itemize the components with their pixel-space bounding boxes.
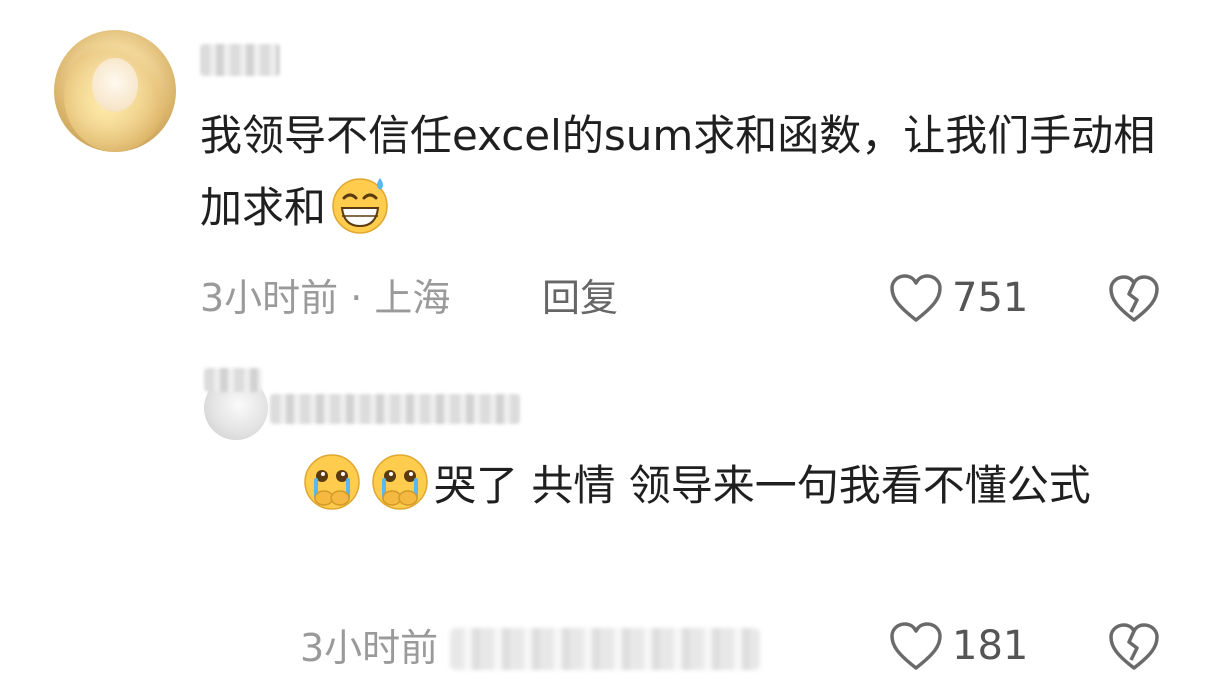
username-blurred[interactable]: [270, 394, 520, 424]
comment-text: 我领导不信任excel的sum求和函数，让我们手动相加求和: [200, 100, 1180, 244]
username-blurred[interactable]: [200, 44, 280, 76]
heart-outline-icon: [890, 622, 942, 670]
heart-outline-icon: [890, 274, 942, 322]
crying-face-emoji-icon: [304, 454, 360, 510]
crying-face-emoji-icon: [372, 454, 428, 510]
grin-sweat-emoji-icon: [332, 178, 388, 234]
location-reply-blurred: [450, 628, 760, 670]
reply-button[interactable]: 回复: [542, 274, 618, 322]
like-count: 181: [952, 623, 1029, 669]
like-button[interactable]: 751: [888, 272, 1028, 324]
avatar-face: [92, 58, 138, 112]
comment-meta: 3小时前: [300, 626, 439, 670]
broken-heart-icon[interactable]: [1108, 622, 1160, 672]
comment-meta: 3小时前 · 上海: [200, 276, 451, 320]
like-button[interactable]: 181: [888, 620, 1028, 672]
comment-text: 哭了 共情 领导来一句我看不懂公式: [298, 450, 1178, 522]
like-count: 751: [952, 275, 1029, 321]
username-blurred[interactable]: [204, 368, 262, 392]
avatar[interactable]: [54, 30, 176, 152]
broken-heart-icon[interactable]: [1108, 274, 1160, 324]
comment-text-content: 哭了 共情 领导来一句我看不懂公式: [434, 461, 1091, 510]
